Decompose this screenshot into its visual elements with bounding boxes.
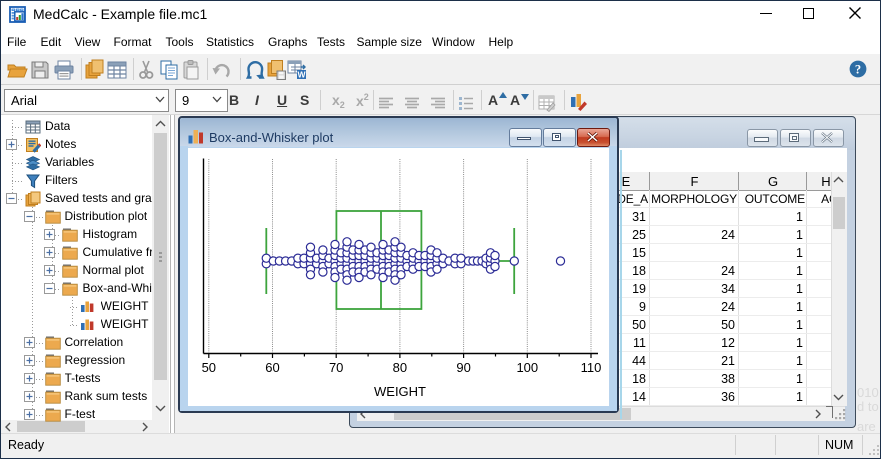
svg-text:90: 90 <box>456 360 470 375</box>
svg-text:60: 60 <box>265 360 279 375</box>
svg-text:110: 110 <box>581 360 602 375</box>
svg-text:?: ? <box>855 62 861 76</box>
svg-text:80: 80 <box>393 360 407 375</box>
svg-text:100: 100 <box>516 360 538 375</box>
svg-text:WEIGHT: WEIGHT <box>374 384 426 399</box>
svg-text:70: 70 <box>329 360 343 375</box>
svg-text:W: W <box>297 70 306 80</box>
svg-text:50: 50 <box>202 360 216 375</box>
